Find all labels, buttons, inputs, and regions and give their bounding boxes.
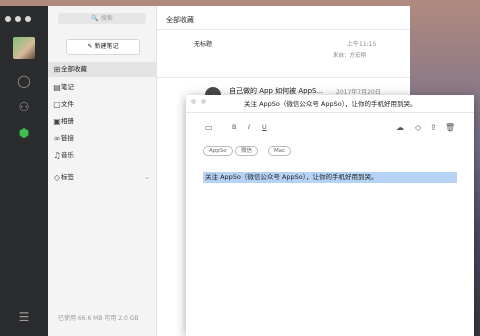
close-dot[interactable]	[5, 16, 11, 22]
item-source: 来自：方宏翔	[333, 53, 367, 59]
note-editor-window: 关注 AppSo（微信公众号 AppSo），让你的手机好用到哭。 ▭ B I U…	[186, 95, 474, 336]
divider	[186, 112, 474, 113]
item-time: 上午11:15	[347, 41, 377, 48]
menu-icon[interactable]: ☰	[16, 309, 32, 325]
storage-status: 已使用 66.6 MB 可用 2.0 GB	[58, 315, 139, 322]
chevron-down-icon: ⌄	[144, 173, 150, 181]
share-icon[interactable]: ⇪	[430, 123, 437, 132]
list-item[interactable]: 无标题 上午11:15 来自：方宏翔	[157, 30, 410, 68]
tag-chip[interactable]: 微信	[235, 146, 259, 156]
close-dot[interactable]	[191, 99, 196, 104]
nav-label: 链接	[61, 134, 74, 142]
nav-label: 全部收藏	[61, 65, 87, 73]
contacts-icon[interactable]: ⚇	[16, 99, 32, 115]
nav-item-links[interactable]: ∞ 链接	[48, 131, 156, 146]
zoom-dot[interactable]	[25, 16, 31, 22]
search-placeholder: 搜索	[100, 15, 113, 22]
italic-button[interactable]: I	[248, 123, 250, 131]
nav-item-album[interactable]: ▣ 相册	[48, 114, 156, 129]
nav-label: 笔记	[61, 83, 74, 91]
nav-item-music[interactable]: ♫ 音乐	[48, 148, 156, 163]
folder-icon[interactable]: ▭	[205, 123, 213, 132]
bold-button[interactable]: B	[232, 123, 236, 131]
nav-item-notes[interactable]: ▤ 笔记	[48, 80, 156, 95]
tag-chip[interactable]: AppSo	[203, 146, 233, 156]
avatar[interactable]	[13, 37, 35, 59]
editor-title: 关注 AppSo（微信公众号 AppSo），让你的手机好用到哭。	[244, 100, 417, 108]
tag-icon[interactable]: ◇	[415, 123, 421, 132]
list-title: 全部收藏	[166, 16, 194, 24]
nav-item-tags[interactable]: ◇ 标签 ⌄	[48, 170, 156, 185]
underline-button[interactable]: U	[262, 123, 267, 131]
nav-label: 标签	[61, 173, 74, 181]
tag-chip[interactable]: Mac	[268, 146, 292, 156]
search-input[interactable]: 🔍 搜索	[58, 13, 146, 24]
favorites-icon[interactable]: ⬢	[16, 125, 32, 141]
sidebar: 🔍 搜索 ✎ 新建笔记 ⊞ 全部收藏 ▤ 笔记 ▢ 文件 ▣ 相册 ∞ 链接 ♫ 音乐 ◇ 标…	[48, 6, 157, 336]
new-note-button[interactable]: ✎ 新建笔记	[66, 39, 140, 55]
nav-label: 音乐	[61, 151, 74, 159]
nav-item-files[interactable]: ▢ 文件	[48, 97, 156, 112]
cloud-upload-icon[interactable]: ☁	[396, 123, 404, 132]
note-body[interactable]: 关注 AppSo（微信公众号 AppSo），让你的手机好用到哭。	[203, 172, 457, 183]
nav-item-all[interactable]: ⊞ 全部收藏	[48, 62, 156, 77]
nav-label: 相册	[61, 117, 74, 125]
item-title: 无标题	[194, 41, 213, 48]
new-note-label: 新建笔记	[94, 43, 119, 50]
nav-label: 文件	[61, 100, 74, 108]
trash-icon[interactable]: 🗑	[445, 123, 455, 132]
minimize-dot[interactable]	[201, 99, 206, 104]
chat-icon[interactable]: ◯	[16, 73, 32, 89]
app-rail: ◯ ⚇ ⬢ ☰	[0, 6, 48, 336]
minimize-dot[interactable]	[15, 16, 21, 22]
